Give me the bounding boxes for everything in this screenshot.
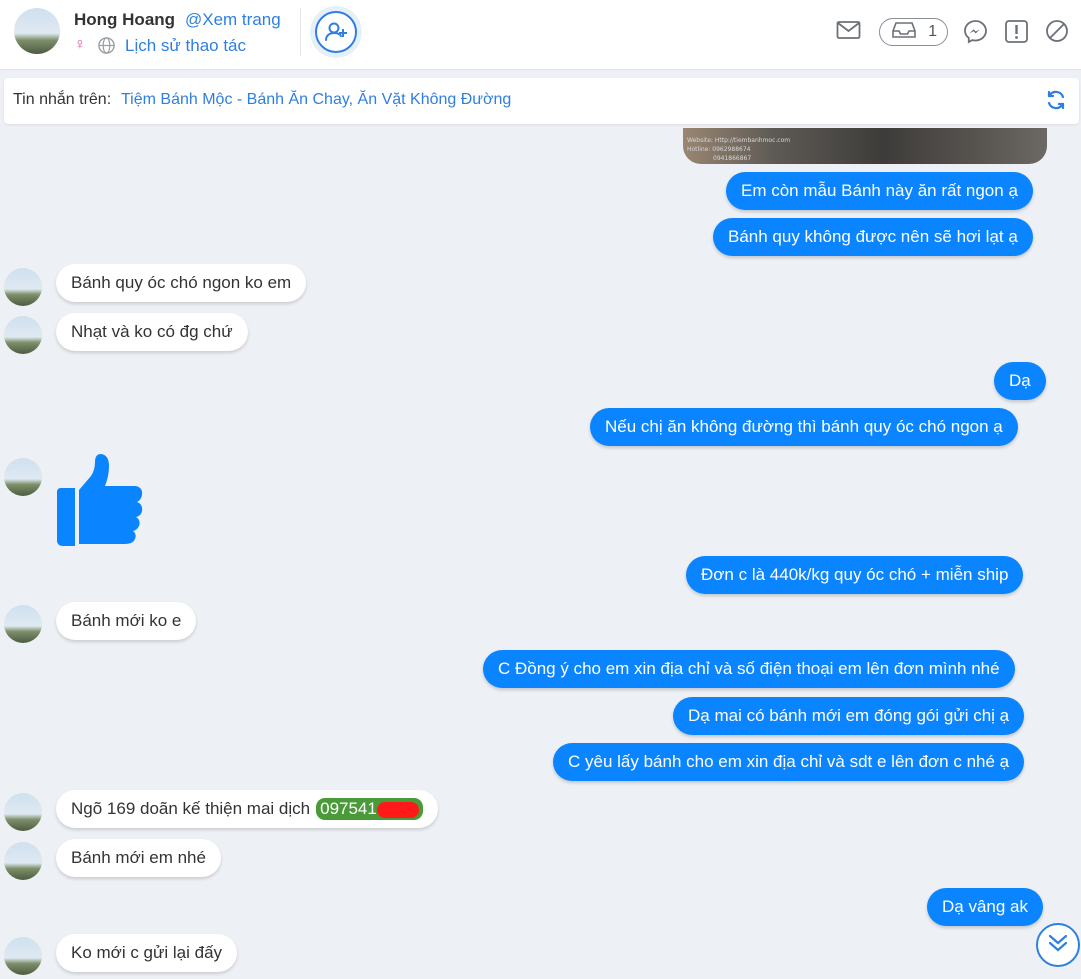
refresh-icon[interactable] xyxy=(1045,89,1067,116)
message-text: Ngõ 169 doãn kế thiện mai dịch xyxy=(71,799,311,818)
outgoing-message[interactable]: Dạ vâng ak xyxy=(927,888,1043,926)
action-history-link[interactable]: Lịch sử thao tác xyxy=(125,36,246,56)
outgoing-message[interactable]: C Đồng ý cho em xin địa chỉ và số điện t… xyxy=(483,650,1015,688)
outgoing-message[interactable]: Bánh quy không được nên sẽ hơi lạt ạ xyxy=(713,218,1033,256)
customer-avatar-small xyxy=(4,793,42,831)
incoming-message[interactable]: Nhạt và ko có đg chứ xyxy=(56,313,248,351)
image-watermark-hotline: Hotline: 0962988674 xyxy=(687,146,751,153)
incoming-message[interactable]: Bánh quy óc chó ngon ko em xyxy=(56,264,307,302)
customer-name: Hong Hoang xyxy=(74,10,176,29)
outgoing-message[interactable]: Dạ xyxy=(994,362,1046,400)
image-watermark-website: Website: Http://tiembanhmoc.com xyxy=(687,137,791,144)
outgoing-message[interactable]: Nếu chị ăn không đường thì bánh quy óc c… xyxy=(590,408,1018,446)
image-watermark-phone: 0941866867 xyxy=(713,155,752,162)
customer-avatar-small xyxy=(4,268,42,306)
conversation-header: Hong Hoang @Xem trang ♀ Lịch sử thao tác… xyxy=(0,0,1081,70)
phone-number: 097541 xyxy=(320,799,377,818)
customer-avatar-small xyxy=(4,316,42,354)
customer-avatar[interactable] xyxy=(14,8,60,54)
phone-number-highlight[interactable]: 097541 xyxy=(316,798,423,820)
thumbs-up-icon xyxy=(55,452,145,553)
inbox-icon xyxy=(892,21,916,44)
block-icon[interactable] xyxy=(1045,19,1069,48)
customer-avatar-small xyxy=(4,605,42,643)
inbox-button[interactable]: 1 xyxy=(879,18,948,46)
incoming-message[interactable]: Bánh mới em nhé xyxy=(56,839,221,877)
messenger-icon[interactable] xyxy=(963,19,988,49)
source-label: Tin nhắn trên: xyxy=(13,91,112,108)
inbox-count: 1 xyxy=(928,23,937,40)
globe-icon xyxy=(97,36,116,60)
outgoing-message[interactable]: Dạ mai có bánh mới em đóng gói gửi chị ạ xyxy=(673,697,1025,735)
incoming-message[interactable]: Bánh mới ko e xyxy=(56,602,197,640)
customer-avatar-small xyxy=(4,842,42,880)
outgoing-message[interactable]: C yêu lấy bánh cho em xin địa chỉ và sdt… xyxy=(553,743,1025,781)
mail-icon[interactable] xyxy=(836,19,861,46)
outgoing-message[interactable]: Đơn c là 440k/kg quy óc chó + miễn ship xyxy=(686,556,1024,594)
female-icon: ♀ xyxy=(74,36,86,53)
header-divider xyxy=(300,8,301,56)
outgoing-message[interactable]: Em còn mẫu Bánh này ăn rất ngon ạ xyxy=(726,172,1033,210)
incoming-message[interactable]: Ngõ 169 doãn kế thiện mai dịch 097541 xyxy=(56,790,438,828)
report-icon[interactable] xyxy=(1004,19,1029,49)
scroll-to-bottom-button[interactable] xyxy=(1036,923,1080,967)
incoming-message[interactable]: Ko mới c gửi lại đấy xyxy=(56,934,238,972)
double-chevron-down-icon xyxy=(1045,930,1071,961)
add-user-button[interactable] xyxy=(310,6,362,58)
source-page-link[interactable]: Tiệm Bánh Mộc - Bánh Ăn Chay, Ăn Vặt Khô… xyxy=(121,91,511,109)
customer-avatar-small xyxy=(4,937,42,975)
message-source-bar: Tin nhắn trên: Tiệm Bánh Mộc - Bánh Ăn C… xyxy=(4,78,1079,124)
customer-avatar-small xyxy=(4,458,42,496)
image-attachment[interactable]: Website: Http://tiembanhmoc.com Hotline:… xyxy=(683,128,1047,164)
add-user-icon xyxy=(315,11,357,53)
phone-redaction xyxy=(376,801,419,818)
view-profile-link[interactable]: @Xem trang xyxy=(185,10,281,30)
